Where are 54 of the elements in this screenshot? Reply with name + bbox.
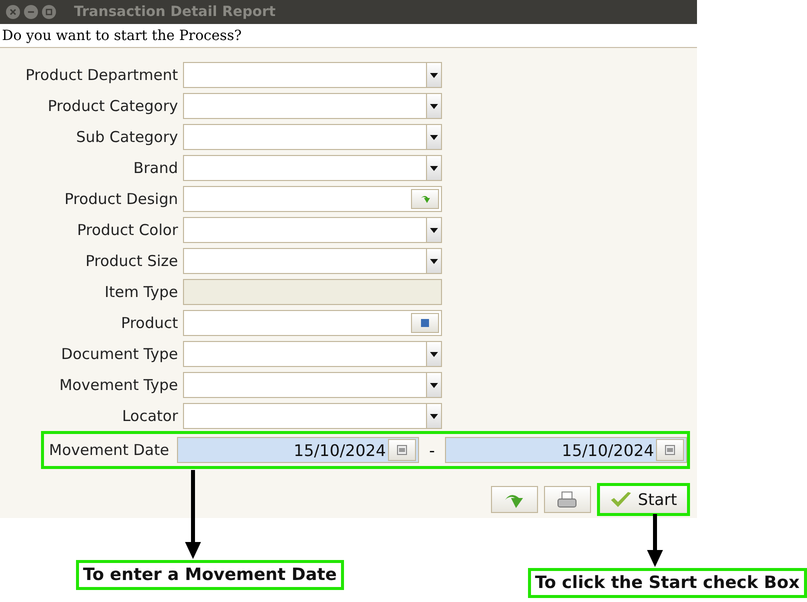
annotation-callout: To click the Start check Box — [528, 568, 807, 598]
field-label: Sub Category — [75, 128, 179, 146]
caret-icon — [430, 72, 438, 78]
date-value: 15/10/2024 — [562, 440, 654, 460]
calendar-icon — [665, 445, 675, 455]
dropdown-field[interactable] — [183, 248, 442, 274]
caret-icon — [430, 352, 438, 356]
minimize-icon[interactable] — [24, 5, 38, 19]
dropdown-field[interactable] — [183, 341, 442, 367]
square-icon — [421, 319, 429, 327]
printer-icon — [557, 490, 578, 508]
calendar-icon — [396, 445, 407, 455]
field-label: Product Department — [24, 66, 179, 84]
caret-icon — [430, 382, 438, 388]
close-icon[interactable] — [6, 5, 20, 19]
caret-icon — [430, 258, 438, 264]
caret-icon — [430, 104, 438, 108]
field-label: Movement Date — [48, 441, 170, 459]
date-field[interactable]: 15/10/2024 — [445, 437, 687, 463]
field-label: Locator — [121, 407, 179, 425]
check-icon — [610, 490, 632, 508]
dropdown-field[interactable] — [183, 62, 442, 88]
window-title: Transaction Detail Report — [74, 4, 276, 20]
refresh-button[interactable] — [490, 486, 538, 513]
date-field[interactable]: 15/10/2024 — [176, 437, 419, 463]
down-arrow — [646, 514, 664, 568]
caret-icon — [430, 228, 438, 232]
field-label: Item Type — [104, 283, 179, 301]
caret-icon — [430, 414, 438, 418]
curved-arrow-icon — [420, 194, 430, 204]
field-label: Product Category — [46, 97, 179, 115]
date-value: 15/10/2024 — [294, 440, 386, 460]
field-label: Document Type — [60, 345, 179, 363]
start-button[interactable]: Start — [596, 483, 690, 516]
caret-icon — [430, 166, 438, 170]
separator-text: - — [428, 440, 436, 460]
dropdown-field[interactable] — [183, 403, 442, 429]
field-label: Product Design — [63, 190, 179, 208]
field-label: Movement Type — [58, 376, 179, 394]
caret-icon — [430, 134, 438, 140]
dropdown-field[interactable] — [183, 155, 442, 181]
field-label: Product — [120, 314, 179, 332]
field-label: Product Size — [84, 252, 179, 270]
picker-field[interactable] — [183, 186, 442, 212]
dropdown-field[interactable] — [183, 217, 442, 243]
field-label: Brand — [132, 159, 179, 177]
dropdown-field[interactable] — [183, 124, 442, 150]
lookup-field[interactable] — [183, 310, 442, 336]
maximize-icon[interactable] — [42, 5, 56, 19]
field-label: Product Color — [76, 221, 179, 239]
dropdown-field[interactable] — [183, 93, 442, 119]
dropdown-field[interactable] — [183, 372, 442, 398]
annotation-callout: To enter a Movement Date — [76, 560, 344, 590]
print-button[interactable] — [544, 486, 591, 513]
